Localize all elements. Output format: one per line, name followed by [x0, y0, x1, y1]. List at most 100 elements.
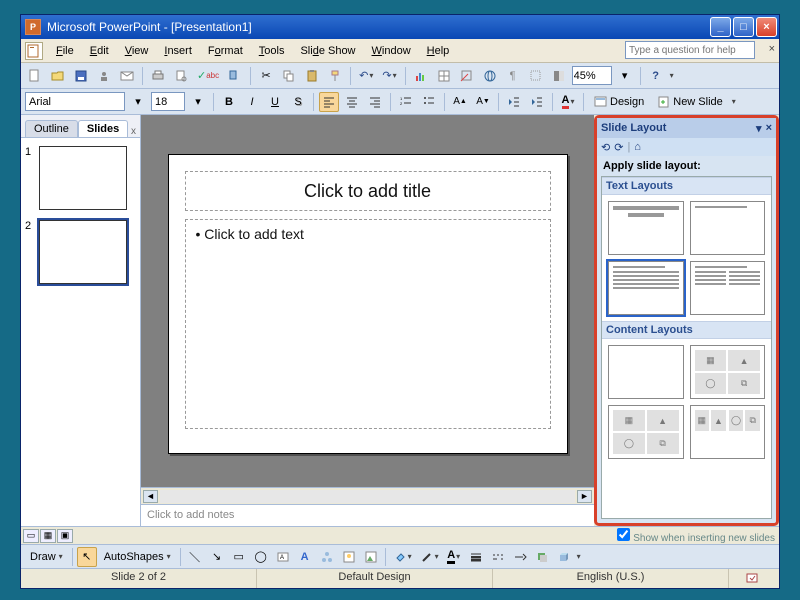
status-spellcheck-icon[interactable] — [729, 569, 779, 588]
email-button[interactable] — [117, 66, 137, 86]
font-size-dropdown[interactable]: ▾ — [188, 92, 208, 112]
bullet-list-button[interactable] — [419, 92, 439, 112]
layout-title-subtitle[interactable] — [690, 201, 766, 255]
minimize-button[interactable]: _ — [710, 17, 731, 37]
menu-file[interactable]: FFileile — [49, 43, 81, 59]
menu-tools[interactable]: Tools — [252, 43, 292, 59]
line-tool[interactable]: ＼ — [185, 547, 205, 567]
font-color-button-draw[interactable]: A▾ — [444, 547, 464, 567]
insert-chart-button[interactable] — [411, 66, 431, 86]
clipart-button[interactable] — [339, 547, 359, 567]
help-button[interactable]: ? — [646, 66, 666, 86]
notes-pane[interactable]: Click to add notes — [141, 504, 594, 526]
tab-slides[interactable]: Slides — [78, 120, 128, 137]
align-center-button[interactable] — [342, 92, 362, 112]
draw-menu[interactable]: Draw▾ — [25, 547, 68, 567]
textbox-tool[interactable]: A — [273, 547, 293, 567]
back-icon[interactable]: ⟲ — [601, 141, 610, 154]
design-button[interactable]: Design — [589, 92, 649, 112]
ask-question-input[interactable] — [625, 41, 755, 59]
underline-button[interactable]: U — [265, 92, 285, 112]
horizontal-scrollbar[interactable]: ◄ ► — [141, 487, 594, 504]
bold-button[interactable]: B — [219, 92, 239, 112]
permission-button[interactable] — [94, 66, 114, 86]
3d-style-button[interactable] — [554, 547, 574, 567]
menu-view[interactable]: View — [118, 43, 156, 59]
document-icon[interactable] — [25, 42, 43, 60]
copy-button[interactable] — [279, 66, 299, 86]
text-shadow-button[interactable]: S — [288, 92, 308, 112]
oval-tool[interactable]: ◯ — [251, 547, 271, 567]
increase-indent-button[interactable] — [527, 92, 547, 112]
color-grayscale-button[interactable] — [549, 66, 569, 86]
tab-outline[interactable]: Outline — [25, 120, 78, 137]
new-slide-button[interactable]: New Slide — [652, 92, 728, 112]
tables-borders-button[interactable] — [457, 66, 477, 86]
font-color-button[interactable]: A▾ — [558, 92, 578, 112]
italic-button[interactable]: I — [242, 92, 262, 112]
close-button[interactable]: × — [756, 17, 777, 37]
mdi-close-button[interactable]: × — [769, 43, 775, 55]
open-button[interactable] — [48, 66, 68, 86]
spellcheck-button[interactable]: ✓abc — [194, 66, 222, 86]
line-style-button[interactable] — [466, 547, 486, 567]
thumbnail-row[interactable]: 1 — [25, 146, 136, 210]
font-dropdown[interactable]: ▾ — [128, 92, 148, 112]
slide-sorter-view-button[interactable]: ▦ — [40, 529, 56, 543]
title-placeholder[interactable]: Click to add title — [185, 171, 551, 211]
font-size-select[interactable] — [151, 92, 185, 111]
scroll-track[interactable] — [160, 490, 575, 503]
scroll-left-button[interactable]: ◄ — [143, 490, 158, 503]
slideshow-view-button[interactable]: ▣ — [57, 529, 73, 543]
taskpane-menu-icon[interactable]: ▾ — [756, 122, 762, 135]
home-icon[interactable]: ⌂ — [634, 141, 641, 153]
decrease-font-button[interactable]: A▼ — [473, 92, 493, 112]
align-right-button[interactable] — [365, 92, 385, 112]
layout-content-2[interactable]: ▦▲◯⧉ — [608, 405, 684, 459]
font-select[interactable] — [25, 92, 125, 111]
expand-all-button[interactable]: ¶ — [503, 66, 523, 86]
slide-thumbnail[interactable] — [39, 220, 127, 284]
decrease-indent-button[interactable] — [504, 92, 524, 112]
show-when-inserting-option[interactable]: Show when inserting new slides — [615, 527, 777, 545]
insert-picture-button[interactable] — [361, 547, 381, 567]
print-preview-button[interactable] — [171, 66, 191, 86]
slide-canvas[interactable]: Click to add title Click to add text — [141, 115, 594, 487]
numbered-list-button[interactable]: 12 — [396, 92, 416, 112]
dash-style-button[interactable] — [488, 547, 508, 567]
arrow-style-button[interactable] — [510, 547, 530, 567]
toolbar-options[interactable]: ▾ — [670, 71, 674, 80]
slide-thumbnail[interactable] — [39, 146, 127, 210]
layout-content-3[interactable]: ▦▲ ◯⧉ — [690, 405, 766, 459]
layout-title-only[interactable] — [608, 201, 684, 255]
show-when-inserting-checkbox[interactable] — [617, 528, 630, 541]
new-button[interactable] — [25, 66, 45, 86]
taskpane-close-button[interactable]: × — [766, 122, 772, 135]
print-button[interactable] — [148, 66, 168, 86]
paste-button[interactable] — [302, 66, 322, 86]
fill-color-button[interactable]: ▾ — [390, 547, 415, 567]
close-panel-button[interactable]: x — [131, 126, 136, 137]
increase-font-button[interactable]: A▲ — [450, 92, 470, 112]
wordart-button[interactable]: A — [295, 547, 315, 567]
body-placeholder[interactable]: Click to add text — [185, 219, 551, 429]
maximize-button[interactable]: □ — [733, 17, 754, 37]
insert-hyperlink-button[interactable] — [480, 66, 500, 86]
line-color-button[interactable]: ▾ — [417, 547, 442, 567]
shadow-style-button[interactable] — [532, 547, 552, 567]
toolbar-options[interactable]: ▾ — [732, 97, 736, 106]
align-left-button[interactable] — [319, 92, 339, 112]
diagram-button[interactable] — [317, 547, 337, 567]
layout-two-content[interactable] — [690, 261, 766, 315]
menu-help[interactable]: Help — [420, 43, 457, 59]
select-objects-button[interactable]: ↖ — [77, 547, 97, 567]
layout-blank[interactable] — [608, 345, 684, 399]
show-grid-button[interactable] — [526, 66, 546, 86]
normal-view-button[interactable]: ▭ — [23, 529, 39, 543]
menu-insert[interactable]: Insert — [157, 43, 199, 59]
research-button[interactable] — [225, 66, 245, 86]
format-painter-button[interactable] — [325, 66, 345, 86]
menu-slideshow[interactable]: Slide Show — [293, 43, 362, 59]
autoshapes-menu[interactable]: AutoShapes▾ — [99, 547, 176, 567]
menu-window[interactable]: Window — [365, 43, 418, 59]
